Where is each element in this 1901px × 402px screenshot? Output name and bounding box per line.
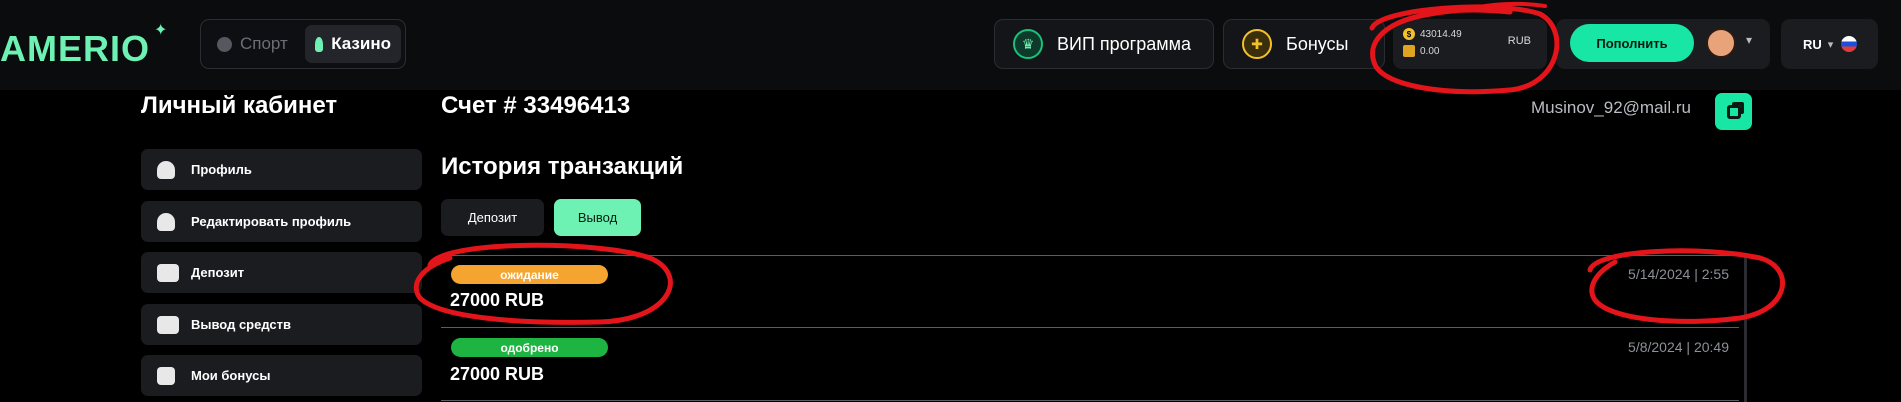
chevron-down-icon: ▾ <box>1827 38 1834 51</box>
annotation-circle-date <box>1587 248 1786 324</box>
sidebar-title: Личный кабинет <box>141 92 338 119</box>
top-header: AMERIO ✦ Спорт Казино ♛ ВИП программа ✚ … <box>0 0 1901 90</box>
avatar[interactable] <box>1706 28 1736 58</box>
main-balance-value: 43014.49 <box>1420 28 1462 40</box>
mode-sport-label: Спорт <box>240 34 288 53</box>
transaction-history-title: История транзакций <box>441 153 684 180</box>
sidebar-item-bonuses[interactable]: Мои бонусы <box>141 355 422 396</box>
transaction-date: 5/8/2024 | 20:49 <box>1628 339 1729 355</box>
mode-casino-label: Казино <box>331 34 391 53</box>
site-logo[interactable]: AMERIO <box>0 28 150 70</box>
russia-flag-icon <box>1841 36 1858 52</box>
vip-program-label: ВИП программа <box>1057 33 1191 54</box>
soccer-ball-icon <box>217 36 232 52</box>
spade-icon <box>315 36 324 52</box>
main-balance-row: $ 43014.49 <box>1403 28 1462 40</box>
transaction-amount: 27000 RUB <box>450 364 545 384</box>
bonuses-button[interactable]: ✚ Бонусы <box>1223 19 1385 69</box>
sidebar-item-label: Мои бонусы <box>191 368 271 383</box>
mode-sport-tab[interactable]: Спорт <box>207 25 301 63</box>
transaction-amount: 27000 RUB <box>450 290 545 310</box>
mode-casino-tab[interactable]: Казино <box>305 25 401 63</box>
user-email: Musinov_92@mail.ru <box>1531 98 1691 117</box>
gift-icon: ✚ <box>1242 29 1272 59</box>
user-icon <box>157 160 175 179</box>
copy-button[interactable] <box>1715 93 1752 130</box>
scrollbar[interactable] <box>1744 255 1747 402</box>
vip-program-button[interactable]: ♛ ВИП программа <box>994 19 1214 69</box>
deposit-button[interactable]: Пополнить <box>1570 24 1694 62</box>
language-selector[interactable]: RU ▾ <box>1781 19 1878 69</box>
tab-deposit[interactable]: Депозит <box>441 199 544 236</box>
balance-widget[interactable]: $ 43014.49 0.00 RUB <box>1393 19 1547 69</box>
bonus-balance-row: 0.00 <box>1403 45 1439 57</box>
divider <box>441 400 1739 401</box>
bonus-balance-value: 0.00 <box>1420 45 1440 57</box>
mode-switch: Спорт Казино <box>200 19 406 69</box>
sidebar-item-withdraw[interactable]: Вывод средств <box>141 304 422 345</box>
gift-icon <box>157 366 175 385</box>
logo-star-icon: ✦ <box>154 22 168 39</box>
balance-currency: RUB <box>1507 35 1531 47</box>
sidebar-item-label: Редактировать профиль <box>191 214 352 229</box>
divider <box>441 327 1739 328</box>
deposit-icon <box>157 263 179 282</box>
withdraw-card-icon <box>157 315 179 334</box>
account-controls: Пополнить ▾ <box>1556 19 1770 69</box>
coin-icon: $ <box>1403 28 1415 40</box>
account-number-title: Счет # 33496413 <box>441 92 631 119</box>
status-badge: ожидание <box>451 265 608 284</box>
sidebar-item-edit-profile[interactable]: Редактировать профиль <box>141 201 422 242</box>
divider <box>441 255 1739 256</box>
copy-icon <box>1726 104 1741 119</box>
chevron-down-icon[interactable]: ▾ <box>1746 33 1752 47</box>
language-code: RU <box>1803 36 1822 52</box>
tab-withdraw[interactable]: Вывод <box>554 199 641 236</box>
bonuses-label: Бонусы <box>1286 33 1349 54</box>
vip-icon: ♛ <box>1013 29 1043 59</box>
transaction-date: 5/14/2024 | 2:55 <box>1628 266 1729 282</box>
user-edit-icon <box>157 212 175 231</box>
sidebar-item-label: Вывод средств <box>191 317 292 332</box>
sidebar-item-deposit[interactable]: Депозит <box>141 252 422 293</box>
sidebar-item-label: Депозит <box>191 265 245 280</box>
sidebar-item-label: Профиль <box>191 162 252 177</box>
bonus-gift-icon <box>1403 45 1415 57</box>
sidebar-item-profile[interactable]: Профиль <box>141 149 422 190</box>
status-badge: одобрено <box>451 338 608 357</box>
